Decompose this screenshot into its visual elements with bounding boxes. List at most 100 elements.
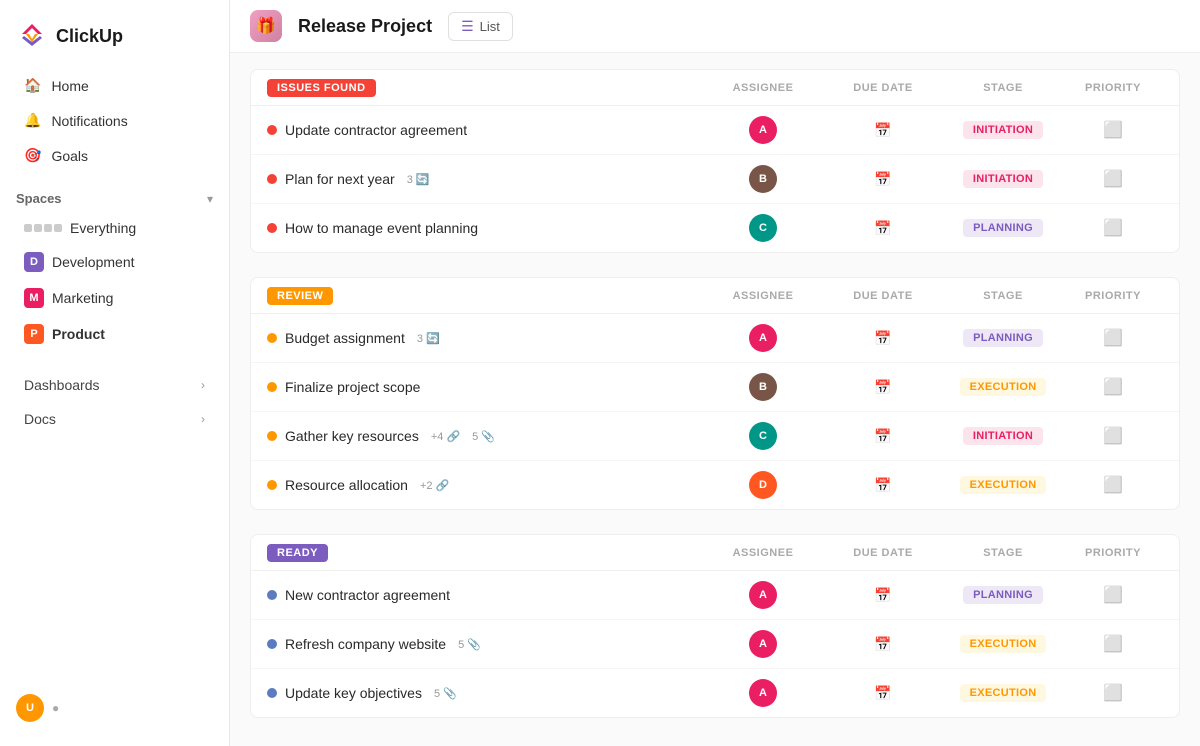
goals-icon: 🎯 xyxy=(24,147,41,164)
app-name: ClickUp xyxy=(56,26,123,47)
task-name: Refresh company website xyxy=(285,636,446,652)
calendar-icon: 📅 xyxy=(874,330,891,347)
table-row[interactable]: Plan for next year 3 🔄 B 📅 INITIATION ⬜ xyxy=(251,155,1179,204)
section-issues-header: ISSUES FOUND ASSIGNEE DUE DATE STAGE PRI… xyxy=(251,70,1179,106)
stage-badge: EXECUTION xyxy=(960,378,1047,396)
stage-badge: EXECUTION xyxy=(960,635,1047,653)
nav-goals-label: Goals xyxy=(51,148,88,164)
col-assignee-issues: ASSIGNEE xyxy=(703,82,823,94)
task-status-dot xyxy=(267,223,277,233)
sidebar-item-everything[interactable]: Everything xyxy=(8,213,221,243)
everything-icon xyxy=(24,224,62,232)
task-name: Update contractor agreement xyxy=(285,122,467,138)
nav-dashboards[interactable]: Dashboards › xyxy=(8,369,221,401)
task-name: Update key objectives xyxy=(285,685,422,701)
sidebar-item-development[interactable]: D Development xyxy=(8,245,221,279)
avatar: D xyxy=(749,471,777,499)
priority-icon: ⬜ xyxy=(1103,120,1123,140)
dashboards-chevron-icon: › xyxy=(201,378,205,392)
table-row[interactable]: Update key objectives 5 📎 A 📅 EXECUTION … xyxy=(251,669,1179,717)
sidebar: ClickUp 🏠 Home 🔔 Notifications 🎯 Goals S… xyxy=(0,0,230,746)
stage-badge: INITIATION xyxy=(963,170,1043,188)
logo-area[interactable]: ClickUp xyxy=(0,12,229,68)
table-row[interactable]: Finalize project scope B 📅 EXECUTION ⬜ xyxy=(251,363,1179,412)
main-content: 🎁 Release Project ☰ List ISSUES FOUND AS… xyxy=(230,0,1200,746)
sidebar-bottom: U ● xyxy=(0,682,229,734)
nav-goals[interactable]: 🎯 Goals xyxy=(8,139,221,172)
sidebar-item-marketing[interactable]: M Marketing xyxy=(8,281,221,315)
project-icon: 🎁 xyxy=(250,10,282,42)
calendar-icon: 📅 xyxy=(874,477,891,494)
task-name: Budget assignment xyxy=(285,330,405,346)
spaces-chevron-icon[interactable]: ▾ xyxy=(207,192,213,206)
marketing-dot: M xyxy=(24,288,44,308)
avatar: A xyxy=(749,324,777,352)
task-status-dot xyxy=(267,639,277,649)
task-status-dot xyxy=(267,431,277,441)
avatar: A xyxy=(749,630,777,658)
product-dot: P xyxy=(24,324,44,344)
bell-icon: 🔔 xyxy=(24,112,41,129)
user-avatar[interactable]: U xyxy=(16,694,44,722)
task-status-dot xyxy=(267,125,277,135)
ready-badge: READY xyxy=(267,544,328,562)
avatar: A xyxy=(749,116,777,144)
priority-icon: ⬜ xyxy=(1103,169,1123,189)
priority-icon: ⬜ xyxy=(1103,328,1123,348)
task-list-content: ISSUES FOUND ASSIGNEE DUE DATE STAGE PRI… xyxy=(230,53,1200,746)
table-row[interactable]: Budget assignment 3 🔄 A 📅 PLANNING ⬜ xyxy=(251,314,1179,363)
table-row[interactable]: Refresh company website 5 📎 A 📅 EXECUTIO… xyxy=(251,620,1179,669)
task-name: Gather key resources xyxy=(285,428,419,444)
nav-docs[interactable]: Docs › xyxy=(8,403,221,435)
avatar: A xyxy=(749,679,777,707)
table-row[interactable]: New contractor agreement A 📅 PLANNING ⬜ xyxy=(251,571,1179,620)
table-row[interactable]: Gather key resources +4 🔗 5 📎 C 📅 INITIA… xyxy=(251,412,1179,461)
sidebar-item-product[interactable]: P Product xyxy=(8,317,221,351)
nav-home[interactable]: 🏠 Home xyxy=(8,69,221,102)
issues-badge: ISSUES FOUND xyxy=(267,79,376,97)
col-stage-issues: STAGE xyxy=(943,82,1063,94)
task-attach-count: 5 📎 xyxy=(434,687,457,700)
section-ready: READY ASSIGNEE DUE DATE STAGE PRIORITY N… xyxy=(250,534,1180,718)
spaces-header: Spaces ▾ xyxy=(0,181,229,212)
calendar-icon: 📅 xyxy=(874,122,891,139)
task-status-dot xyxy=(267,688,277,698)
table-row[interactable]: How to manage event planning C 📅 PLANNIN… xyxy=(251,204,1179,252)
priority-icon: ⬜ xyxy=(1103,218,1123,238)
col-duedate-review: DUE DATE xyxy=(823,290,943,302)
docs-label: Docs xyxy=(24,411,56,427)
spaces-title: Spaces xyxy=(16,191,62,206)
task-status-dot xyxy=(267,333,277,343)
stage-badge: EXECUTION xyxy=(960,476,1047,494)
nav-home-label: Home xyxy=(51,78,88,94)
task-status-dot xyxy=(267,480,277,490)
table-row[interactable]: Update contractor agreement A 📅 INITIATI… xyxy=(251,106,1179,155)
task-status-dot xyxy=(267,382,277,392)
sidebar-item-development-label: Development xyxy=(52,254,135,270)
col-priority-issues: PRIORITY xyxy=(1063,82,1163,94)
review-badge: REVIEW xyxy=(267,287,333,305)
task-attach-count: 5 📎 xyxy=(458,638,481,651)
table-row[interactable]: Resource allocation +2 🔗 D 📅 EXECUTION ⬜ xyxy=(251,461,1179,509)
task-status-dot xyxy=(267,174,277,184)
view-toggle-button[interactable]: ☰ List xyxy=(448,12,513,41)
sidebar-item-everything-label: Everything xyxy=(70,220,136,236)
section-review-header: REVIEW ASSIGNEE DUE DATE STAGE PRIORITY xyxy=(251,278,1179,314)
priority-icon: ⬜ xyxy=(1103,634,1123,654)
nav-notifications-label: Notifications xyxy=(51,113,127,129)
development-dot: D xyxy=(24,252,44,272)
clickup-logo-icon xyxy=(16,20,48,52)
task-subtask-count: 3 🔄 xyxy=(417,332,440,345)
calendar-icon: 📅 xyxy=(874,379,891,396)
nav-notifications[interactable]: 🔔 Notifications xyxy=(8,104,221,137)
stage-badge: PLANNING xyxy=(963,586,1043,604)
stage-badge: EXECUTION xyxy=(960,684,1047,702)
col-priority-ready: PRIORITY xyxy=(1063,547,1163,559)
section-review: REVIEW ASSIGNEE DUE DATE STAGE PRIORITY … xyxy=(250,277,1180,510)
col-duedate-ready: DUE DATE xyxy=(823,547,943,559)
calendar-icon: 📅 xyxy=(874,587,891,604)
sidebar-item-product-label: Product xyxy=(52,326,105,342)
col-assignee-ready: ASSIGNEE xyxy=(703,547,823,559)
col-assignee-review: ASSIGNEE xyxy=(703,290,823,302)
priority-icon: ⬜ xyxy=(1103,377,1123,397)
